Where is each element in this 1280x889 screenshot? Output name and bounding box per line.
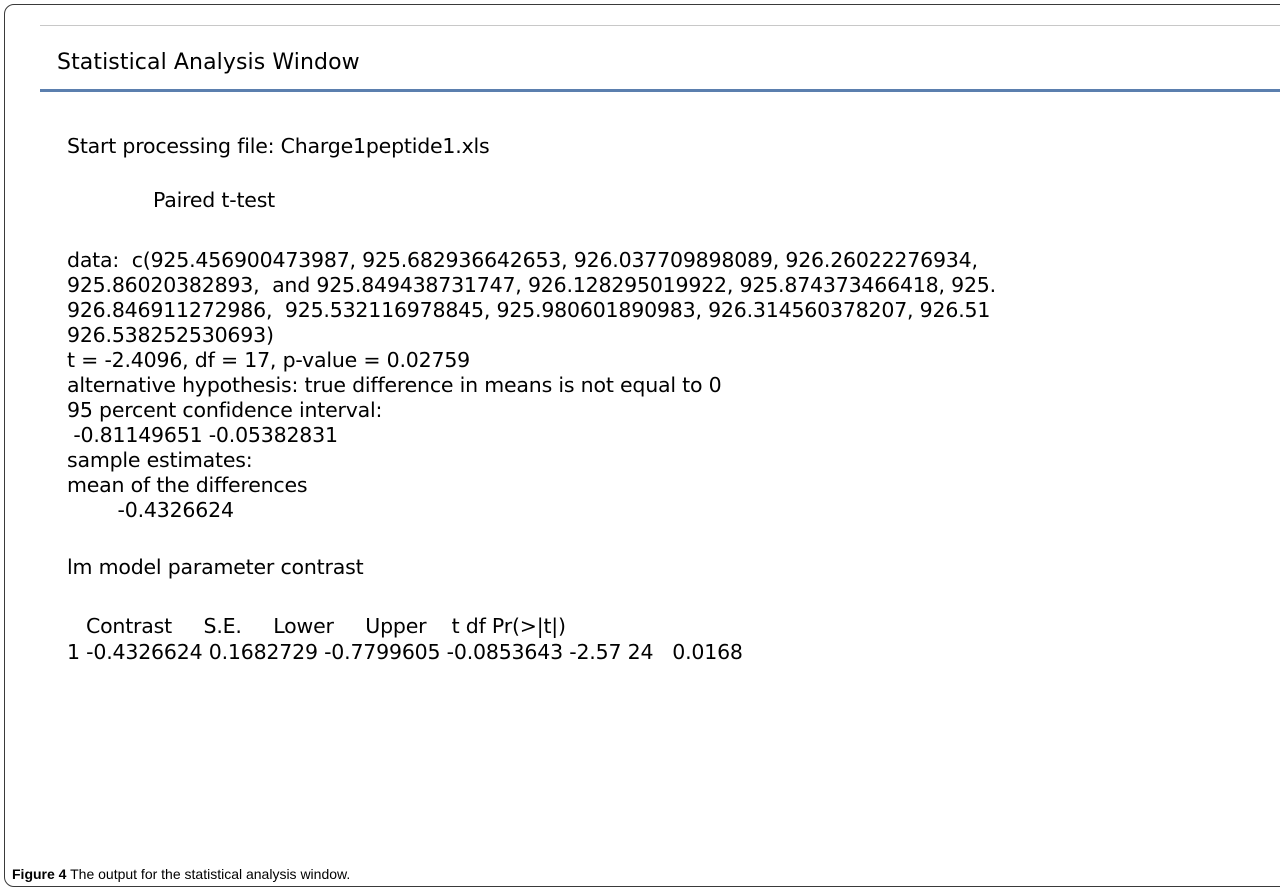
figure-caption-label: Figure 4 <box>12 866 67 882</box>
confidence-interval-values: -0.81149651 -0.05382831 <box>67 423 338 447</box>
sample-estimates-label: sample estimates: <box>67 448 253 472</box>
contrast-table-header: Contrast S.E. Lower Upper t df Pr(>|t|) <box>67 614 566 638</box>
mean-differences-label: mean of the differences <box>67 473 308 497</box>
figure-caption-text: The output for the statistical analysis … <box>66 866 351 882</box>
confidence-interval-label: 95 percent confidence interval: <box>67 398 383 422</box>
alternative-hypothesis: alternative hypothesis: true difference … <box>67 373 722 397</box>
data-line-2: 925.86020382893, and 925.849438731747, 9… <box>67 273 996 297</box>
statistical-analysis-window: Statistical Analysis Window Start proces… <box>40 0 1280 862</box>
data-line-4: 926.538252530693) <box>67 323 274 347</box>
data-line-3: 926.846911272986, 925.532116978845, 925.… <box>67 298 991 322</box>
contrast-table-row: 1 -0.4326624 0.1682729 -0.7799605 -0.085… <box>67 640 743 664</box>
start-processing-line: Start processing file: Charge1peptide1.x… <box>67 134 490 158</box>
mean-differences-value: -0.4326624 <box>67 498 234 522</box>
data-line-1: data: c(925.456900473987, 925.6829366426… <box>67 248 978 272</box>
lm-model-title: lm model parameter contrast <box>67 555 364 579</box>
figure-caption: Figure 4 The output for the statistical … <box>12 866 350 882</box>
test-name: Paired t-test <box>153 188 276 212</box>
window-title: Statistical Analysis Window <box>57 50 360 75</box>
test-statistic-line: t = -2.4096, df = 17, p-value = 0.02759 <box>67 348 471 372</box>
